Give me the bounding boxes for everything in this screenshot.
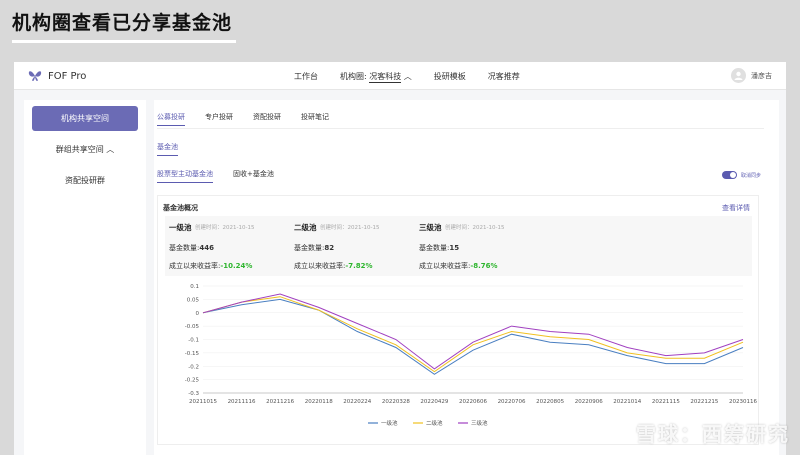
y-tick-label: -0.1 [188, 338, 199, 344]
butterfly-icon [28, 71, 42, 81]
x-tick-label: 20220706 [498, 399, 526, 405]
pool-name: 三级池 [419, 223, 442, 232]
pool-count: 基金数量:15 [419, 244, 460, 252]
series-line-1 [202, 298, 744, 375]
pool-date: 创建时间：2021-10-15 [195, 225, 255, 231]
y-tick-label: 0 [196, 311, 200, 317]
avatar [731, 68, 746, 83]
returns-chart: 0.1 0.05 0 -0.05 -0.1 -0.15 -0.2 -0.25 -0.3 20211… [185, 284, 758, 427]
logo[interactable]: FOF Pro [28, 70, 86, 82]
pool-name: 一级池 [169, 223, 192, 232]
y-tick-label: -0.25 [185, 378, 200, 384]
user-icon [734, 71, 743, 80]
x-tick-label: 20220429 [420, 399, 448, 405]
tab-equity-pool[interactable]: 股票型主动基金池 [157, 169, 213, 183]
series-line-2 [202, 296, 744, 373]
y-tick-label: -0.2 [188, 364, 199, 370]
tabs-divider [157, 128, 764, 129]
sidebar-item-label: 资配投研群 [65, 176, 105, 185]
nav-workbench[interactable]: 工作台 [294, 71, 318, 82]
x-tick-label: 20211015 [189, 399, 217, 405]
pool-count: 基金数量:82 [294, 244, 335, 252]
details-link[interactable]: 查看详情 [722, 203, 750, 213]
tab-fixed-income-pool[interactable]: 固收+基金池 [233, 169, 274, 183]
x-tick-label: 20220328 [382, 399, 410, 405]
pool-stats: 一级池 创建时间：2021-10-15 基金数量:446 成立以来收益率:-10… [165, 216, 752, 276]
tab-account-research[interactable]: 专户投研 [205, 112, 233, 126]
pool-tabs: 股票型主动基金池 固收+基金池 [157, 169, 274, 183]
sidebar-item-allocation-group[interactable]: 资配投研群 [32, 168, 138, 193]
x-tick-label: 20211216 [266, 399, 294, 405]
watermark-text: 雪球：西筹研究 [636, 422, 790, 446]
sidebar-item-institution-space[interactable]: 机构共享空间 [32, 106, 138, 131]
x-tick-label: 20211116 [228, 399, 256, 405]
y-tick-label: -0.15 [185, 351, 200, 357]
top-bar: FOF Pro 工作台 机构圈: 况客科技 ︿ 投研模板 况客推荐 潘彦吉 [14, 62, 786, 90]
legend-label: 一级池 [381, 419, 398, 427]
chevron-up-icon: ︿ [403, 72, 412, 81]
sidebar-item-group-space[interactable]: 群组共享空间 ︿ [32, 137, 138, 162]
logo-text: FOF Pro [48, 70, 87, 82]
main-panel: 公募投研 专户投研 资配投研 投研笔记 基金池 股票型主动基金池 固收+基金池 … [154, 100, 779, 455]
research-tabs: 公募投研 专户投研 资配投研 投研笔记 [157, 112, 329, 126]
nav-research-template[interactable]: 投研模板 [434, 71, 466, 82]
chevron-up-icon: ︿ [106, 145, 115, 154]
x-tick-label: 20221014 [613, 399, 641, 405]
x-tick-label: 20220805 [536, 399, 564, 405]
nav-circle-prefix: 机构圈: [340, 72, 367, 81]
sidebar-item-label: 群组共享空间 [55, 145, 104, 154]
legend-label: 三级池 [471, 419, 488, 427]
nav-circle[interactable]: 机构圈: 况客科技 ︿ [340, 71, 412, 83]
sidebar-item-label: 机构共享空间 [61, 114, 109, 123]
sync-label: 取消同步 [740, 172, 761, 179]
user-name: 潘彦吉 [751, 71, 772, 80]
overview-card: 基金池概况 查看详情 一级池 创建时间：2021-10-15 基金数量:446 … [157, 195, 759, 445]
x-tick-label: 20220224 [343, 399, 371, 405]
y-tick-label: 0.1 [190, 284, 199, 290]
sidebar: 机构共享空间 群组共享空间 ︿ 资配投研群 [24, 100, 146, 455]
app-window: FOF Pro 工作台 机构圈: 况客科技 ︿ 投研模板 况客推荐 潘彦吉 机构… [14, 62, 786, 455]
tab-research-notes[interactable]: 投研笔记 [301, 112, 329, 126]
y-tick-label: 0.05 [187, 297, 200, 303]
x-tick-label: 20220606 [459, 399, 487, 405]
nav-recommend[interactable]: 况客推荐 [488, 71, 520, 82]
y-tick-label: -0.3 [188, 391, 199, 397]
toggle-switch[interactable] [721, 171, 737, 179]
pool-date: 创建时间：2021-10-15 [320, 225, 380, 231]
tab-public-research[interactable]: 公募投研 [157, 112, 185, 126]
pool-date: 创建时间：2021-10-15 [445, 225, 505, 231]
pool-return: 成立以来收益率:-7.82% [294, 262, 373, 270]
x-tick-label: 20221115 [652, 399, 680, 405]
legend-label: 二级池 [426, 419, 443, 427]
y-tick-label: -0.05 [185, 324, 200, 330]
nav-circle-name: 况客科技 [369, 72, 402, 83]
slide-title: 机构圈查看已分享基金池 [12, 12, 233, 34]
overview-title: 基金池概况 [163, 204, 198, 212]
subtab-fund-pool[interactable]: 基金池 [157, 142, 178, 156]
user-menu[interactable]: 潘彦吉 [731, 68, 772, 83]
top-nav: 工作台 机构圈: 况客科技 ︿ 投研模板 况客推荐 [294, 71, 520, 83]
x-tick-label: 20221215 [690, 399, 718, 405]
pool-return: 成立以来收益率:-10.24% [169, 262, 253, 270]
content-area: 机构共享空间 群组共享空间 ︿ 资配投研群 公募投研 专户投研 资配投研 投研笔… [14, 90, 786, 455]
pool-count: 基金数量:446 [169, 244, 214, 252]
pool-name: 二级池 [294, 223, 317, 232]
snowball-icon [608, 421, 630, 444]
x-tick-label: 20230116 [729, 399, 757, 405]
pool-return: 成立以来收益率:-8.76% [419, 262, 498, 270]
tab-allocation-research[interactable]: 资配投研 [253, 112, 281, 126]
sync-toggle[interactable]: 取消同步 [721, 171, 761, 179]
title-underline [12, 40, 236, 43]
x-tick-label: 20220118 [305, 399, 333, 405]
x-tick-label: 20220906 [575, 399, 603, 405]
watermark: 雪球：西筹研究 [608, 418, 790, 447]
